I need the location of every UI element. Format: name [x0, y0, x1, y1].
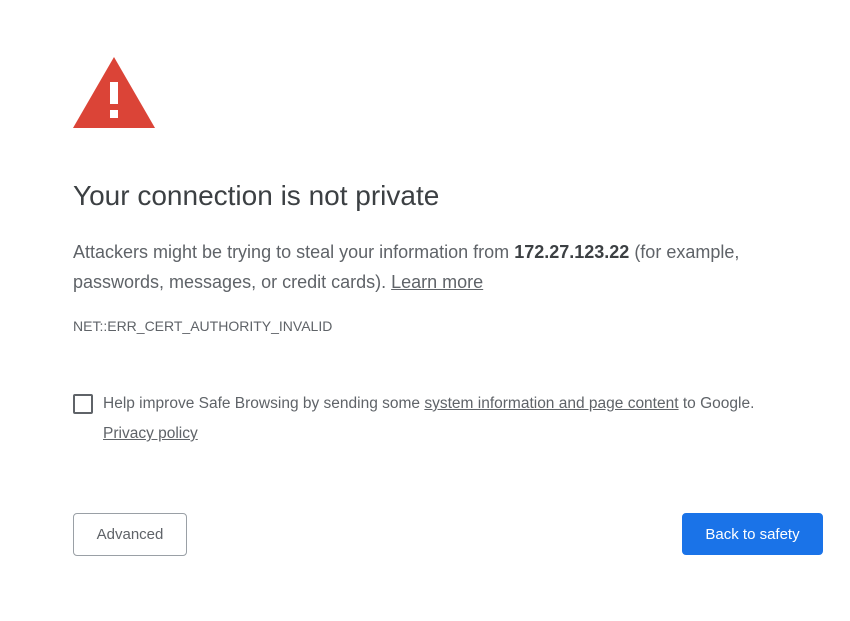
privacy-policy-link[interactable]: Privacy policy: [103, 425, 198, 442]
privacy-policy-container: Privacy policy: [103, 425, 198, 443]
message-prefix: Attackers might be trying to steal your …: [73, 242, 515, 262]
safe-browsing-label: Help improve Safe Browsing by sending so…: [103, 395, 754, 413]
advanced-button[interactable]: Advanced: [73, 513, 187, 556]
safe-browsing-text-prefix: Help improve Safe Browsing by sending so…: [103, 395, 425, 412]
page-title: Your connection is not private: [73, 180, 440, 211]
warning-triangle-icon: [72, 56, 156, 129]
back-to-safety-button[interactable]: Back to safety: [682, 513, 823, 555]
error-message: Attackers might be trying to steal your …: [73, 237, 793, 297]
safe-browsing-text-suffix: to Google.: [678, 395, 755, 412]
system-info-link[interactable]: system information and page content: [424, 395, 678, 412]
learn-more-link[interactable]: Learn more: [391, 272, 483, 292]
safe-browsing-checkbox[interactable]: [73, 394, 93, 414]
error-code: NET::ERR_CERT_AUTHORITY_INVALID: [73, 318, 333, 334]
host-address: 172.27.123.22: [514, 242, 630, 262]
